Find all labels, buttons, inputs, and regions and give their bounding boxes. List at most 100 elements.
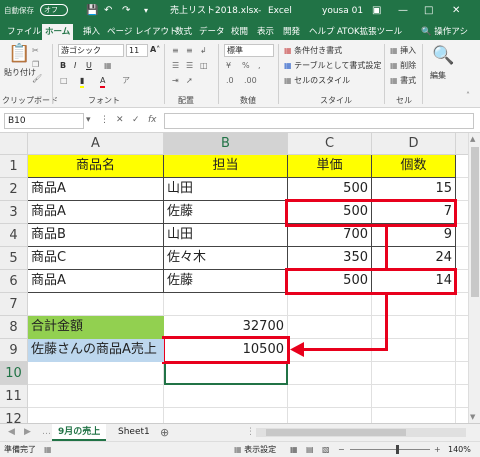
collapse-ribbon-icon[interactable]: ˄ <box>466 90 470 101</box>
comma-icon[interactable]: , <box>258 60 261 71</box>
row-header[interactable]: 7 <box>0 293 28 316</box>
minimize-icon[interactable]: — <box>398 4 408 17</box>
table-cell[interactable] <box>456 339 468 362</box>
name-box[interactable]: B10 <box>4 113 84 129</box>
table-cell[interactable]: 商品A <box>28 270 164 293</box>
undo-icon[interactable]: ↶ <box>104 4 112 17</box>
wrap-text-icon[interactable]: ↲ <box>200 45 207 56</box>
column-header-b[interactable]: B <box>164 133 288 155</box>
name-box-dropdown-icon[interactable]: ▾ <box>86 113 91 127</box>
total-value-cell[interactable]: 32700 <box>164 316 288 339</box>
worksheet-grid[interactable]: A B C D 1 2 3 4 5 6 7 8 9 10 11 12 13 商品… <box>0 133 468 423</box>
hscroll-thumb[interactable] <box>266 429 406 436</box>
table-cell[interactable] <box>288 293 372 316</box>
table-cell[interactable] <box>288 385 372 408</box>
table-cell[interactable]: 商品C <box>28 247 164 270</box>
row-header[interactable]: 12 <box>0 408 28 423</box>
table-cell[interactable]: 15 <box>372 178 456 201</box>
percent-icon[interactable]: % <box>242 60 250 71</box>
table-cell[interactable] <box>456 201 468 224</box>
cancel-formula-icon[interactable]: ✕ <box>116 113 124 127</box>
table-cell[interactable] <box>288 362 372 385</box>
align-middle-icon[interactable]: ≡ <box>186 45 193 56</box>
table-cell[interactable]: 500 <box>288 178 372 201</box>
table-cell[interactable]: 佐藤 <box>164 270 288 293</box>
table-cell[interactable] <box>28 385 164 408</box>
column-header-e[interactable] <box>456 133 468 155</box>
table-cell[interactable] <box>456 362 468 385</box>
header-cell-product[interactable]: 商品名 <box>28 155 164 178</box>
next-sheet-icon[interactable]: ▶ <box>18 424 37 441</box>
decimal-decrease-icon[interactable]: .00 <box>244 75 257 86</box>
tab-developer[interactable]: 開発 <box>280 24 303 40</box>
insert-cells-button[interactable]: ▦ 挿入 <box>390 45 416 56</box>
formula-input[interactable] <box>164 113 474 129</box>
table-cell[interactable] <box>288 316 372 339</box>
zoom-thumb[interactable] <box>396 445 399 454</box>
insert-function-icon[interactable]: fx <box>148 113 157 127</box>
tab-help[interactable]: ヘルプ <box>306 24 338 40</box>
table-format-button[interactable]: ▦ テーブルとして書式設定 <box>284 60 381 71</box>
table-cell[interactable] <box>456 155 468 178</box>
table-cell[interactable] <box>288 408 372 423</box>
cut-icon[interactable]: ✂ <box>32 45 39 56</box>
header-cell-qty[interactable]: 個数 <box>372 155 456 178</box>
table-cell[interactable] <box>164 385 288 408</box>
vertical-scrollbar[interactable]: ▲ ▼ <box>468 133 480 423</box>
normal-view-icon[interactable]: ▦ <box>290 442 298 457</box>
customize-toolbar-icon[interactable]: ▾ <box>144 4 148 17</box>
increase-font-icon[interactable]: A˄ <box>150 44 160 55</box>
currency-icon[interactable]: ¥ <box>226 60 231 71</box>
table-cell[interactable] <box>164 408 288 423</box>
table-cell[interactable] <box>456 224 468 247</box>
total-label-cell[interactable]: 合計金額 <box>28 316 164 339</box>
fill-color-icon[interactable]: ▮ <box>80 75 85 88</box>
underline-button[interactable]: U <box>86 60 92 71</box>
align-left-icon[interactable]: ☰ <box>172 60 179 71</box>
table-cell[interactable] <box>164 293 288 316</box>
align-top-icon[interactable]: ≡ <box>172 45 179 56</box>
table-cell[interactable]: 商品B <box>28 224 164 247</box>
ribbon-display-icon[interactable]: ▣ <box>372 4 381 17</box>
save-icon[interactable]: 💾 <box>86 4 98 17</box>
add-sheet-icon[interactable]: ⊕ <box>154 424 175 441</box>
table-cell[interactable]: 7 <box>372 201 456 224</box>
table-cell[interactable]: 14 <box>372 270 456 293</box>
table-cell[interactable] <box>28 362 164 385</box>
merge-icon[interactable]: ◫ <box>200 60 208 71</box>
row-header[interactable]: 1 <box>0 155 28 178</box>
table-cell[interactable]: 山田 <box>164 224 288 247</box>
conditional-format-button[interactable]: ▦ 条件付き書式 <box>284 45 342 56</box>
row-header[interactable]: 5 <box>0 247 28 270</box>
tell-me-search[interactable]: 🔍 操作アシ <box>418 24 471 40</box>
table-cell[interactable]: 500 <box>288 270 372 293</box>
tab-view[interactable]: 表示 <box>254 24 277 40</box>
tab-review[interactable]: 校閲 <box>228 24 251 40</box>
italic-button[interactable]: I <box>74 60 76 71</box>
user-name[interactable]: yousa 01 <box>322 5 363 17</box>
delete-cells-button[interactable]: ▦ 削除 <box>390 60 416 71</box>
tab-formulas[interactable]: 数式 <box>172 24 195 40</box>
font-name-select[interactable]: 游ゴシック <box>58 44 124 57</box>
tab-file[interactable]: ファイル <box>4 24 44 40</box>
paste-icon[interactable]: 📋 <box>8 44 30 64</box>
font-color-icon[interactable]: A <box>100 75 106 88</box>
format-painter-icon[interactable]: 🖌 <box>32 73 42 84</box>
phonetic-icon[interactable]: ア <box>122 75 130 86</box>
sheet-tab[interactable]: Sheet1 <box>112 424 156 441</box>
table-cell[interactable] <box>28 293 164 316</box>
zoom-in-icon[interactable]: + <box>434 442 441 457</box>
row-header[interactable]: 4 <box>0 224 28 247</box>
scroll-down-icon[interactable]: ▼ <box>470 413 475 421</box>
macro-record-icon[interactable]: ▦ <box>44 442 52 457</box>
table-cell[interactable] <box>456 178 468 201</box>
zoom-level[interactable]: 140% <box>448 442 471 457</box>
column-header-d[interactable]: D <box>372 133 456 155</box>
page-break-view-icon[interactable]: ▧ <box>322 442 330 457</box>
tab-page-layout[interactable]: ページ レイアウト <box>104 24 181 40</box>
close-icon[interactable]: ✕ <box>452 4 460 17</box>
sheet-tab-active[interactable]: 9月の売上 <box>52 424 107 441</box>
table-cell[interactable] <box>28 408 164 423</box>
table-cell[interactable]: 350 <box>288 247 372 270</box>
number-format-select[interactable]: 標準 <box>224 44 274 57</box>
